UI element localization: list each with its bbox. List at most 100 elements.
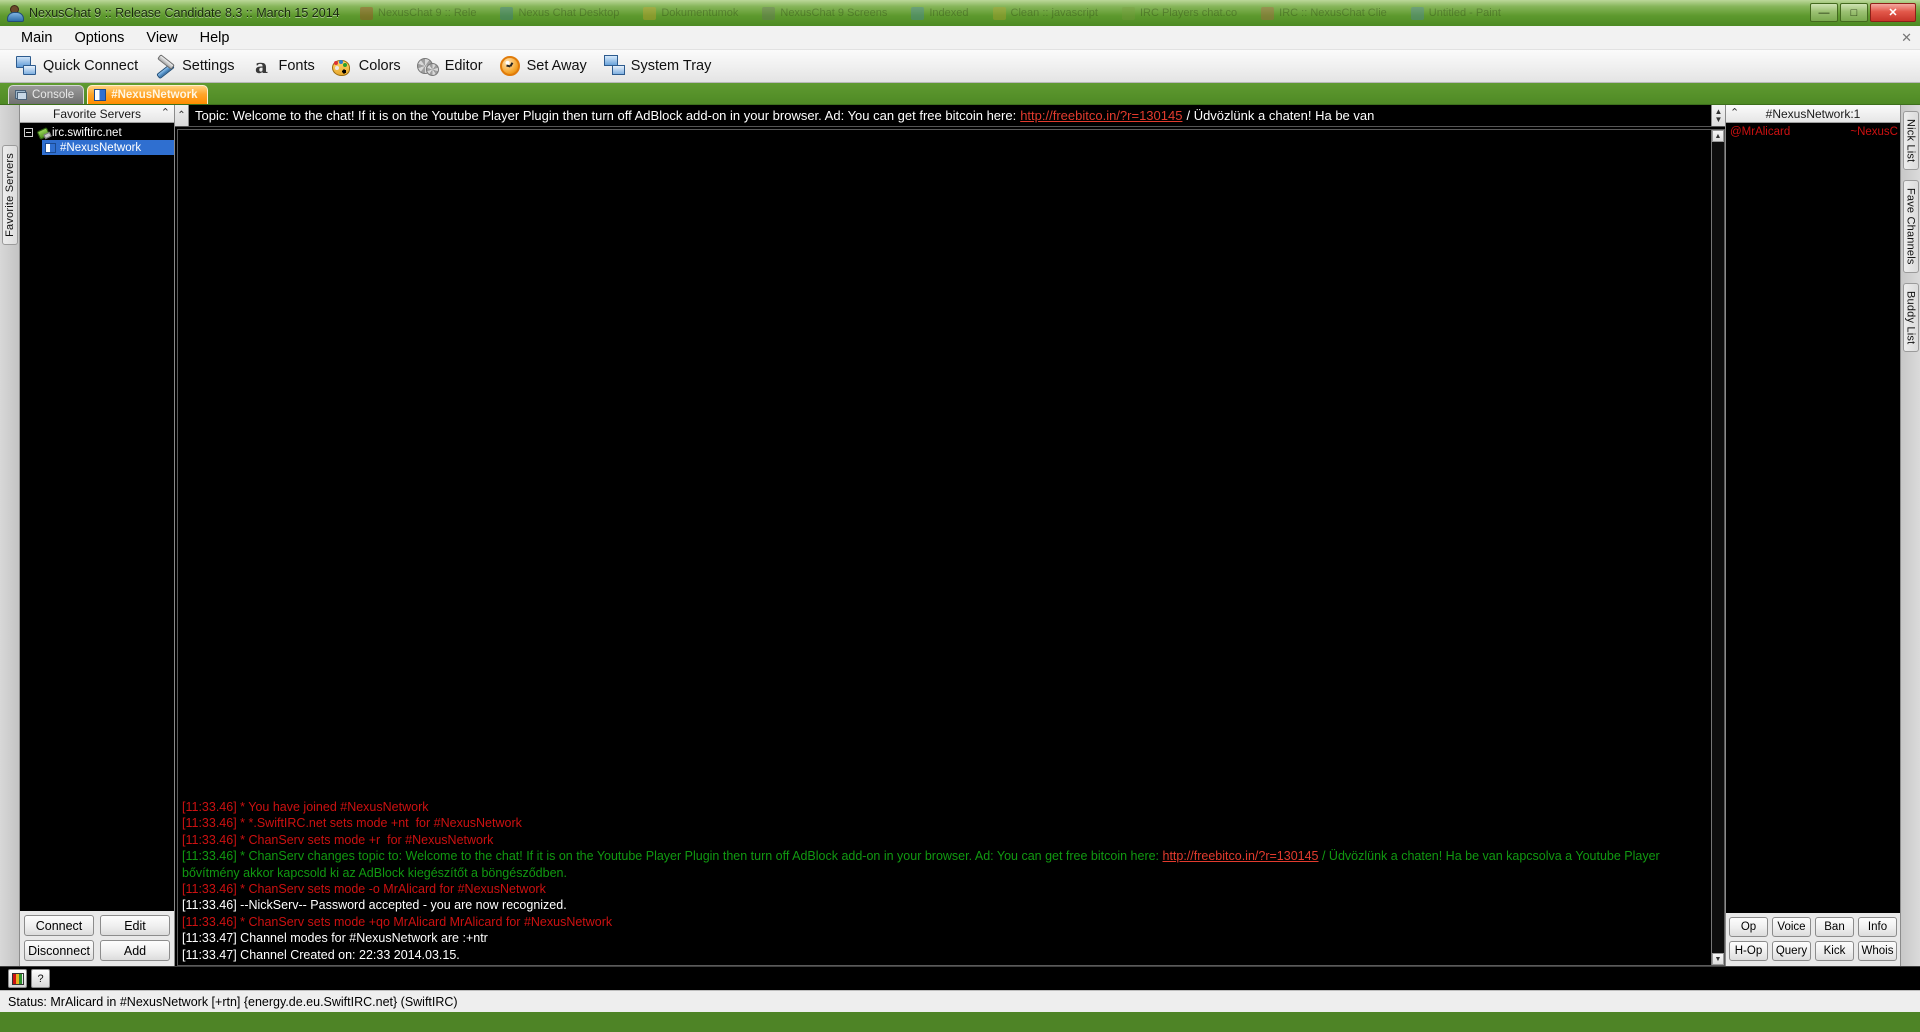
background-window-item: NexusChat 9 Screens [762,6,888,20]
nick-host: ~NexusC [1850,126,1898,138]
chat-message: * You have joined #NexusNetwork [236,799,429,814]
ban-button[interactable]: Ban [1815,917,1854,937]
topic-link[interactable]: http://freebitco.in/?r=130145 [1020,108,1182,123]
topic-text[interactable]: Topic: Welcome to the chat! If it is on … [189,105,1711,126]
app-icon [6,4,24,22]
status-text: Status: MrAlicard in #NexusNetwork [+rtn… [8,994,458,1009]
tools-icon [154,55,176,77]
color-picker-button[interactable] [8,969,27,988]
chevron-up-icon[interactable]: ⌃ [1730,106,1739,119]
left-vertical-tabs: Favorite Servers [0,105,20,966]
info-button[interactable]: Info [1858,917,1897,937]
add-button[interactable]: Add [100,940,170,961]
voice-button[interactable]: Voice [1772,917,1811,937]
chat-log[interactable]: [11:33.46] * You have joined #NexusNetwo… [178,130,1711,965]
toolbar-button-set-away[interactable]: Set Away [494,52,596,80]
vertical-tab-buddy-list[interactable]: Buddy List [1902,282,1919,353]
h-op-button[interactable]: H-Op [1729,941,1768,961]
topic-suffix: / Üdvözlünk a chaten! Ha be van [1186,108,1375,123]
background-window-label: Dokumentumok [661,7,739,19]
close-button[interactable]: ✕ [1870,3,1916,22]
chat-timestamp: [11:33.47] [182,947,237,962]
menu-bar: Main Options View Help ✕ [0,26,1920,50]
toolbar: Quick Connect Settings a Fonts Colors Editor S… [0,50,1920,83]
toolbar-button-fonts[interactable]: a Fonts [246,52,324,80]
spinner-down-icon[interactable]: ▼ [1715,115,1723,124]
bottom-toolbar: ? [0,966,1920,990]
edit-button[interactable]: Edit [100,915,170,936]
tree-item-label: #NexusNetwork [60,141,142,154]
toolbar-button-system-tray[interactable]: System Tray [598,52,721,80]
chat-timestamp: [11:33.46] [182,832,237,847]
chevron-up-icon[interactable]: ⌃ [175,105,189,126]
background-window-item: Dokumentumok [643,6,739,20]
tab-nexusnetwork[interactable]: #NexusNetwork [87,85,208,104]
topic-spinner[interactable]: ▲ ▼ [1711,105,1725,126]
tree-item-irc-swiftirc-net[interactable]: irc.swiftirc.net [20,125,174,140]
chat-line: [11:33.46] * ChanServ sets mode +qo MrAl… [182,914,1707,930]
nick-name: @MrAlicard [1730,126,1791,138]
chat-link[interactable]: http://freebitco.in/?r=130145 [1163,849,1319,863]
background-window-label: NexusChat 9 Screens [780,7,888,19]
topic-prefix: Topic: Welcome to the chat! If it is on … [195,108,1017,123]
toolbar-button-quick-connect[interactable]: Quick Connect [10,52,147,80]
tab-console[interactable]: Console [8,85,85,104]
chat-message: Channel Created on: 22:33 2014.03.15. [236,947,460,962]
toolbar-button-editor[interactable]: Editor [412,52,492,80]
disconnect-button[interactable]: Disconnect [24,940,94,961]
whois-button[interactable]: Whois [1858,941,1897,961]
expander-icon[interactable] [24,128,33,137]
nick-list[interactable]: @MrAlicard ~NexusC [1726,123,1900,913]
gears-icon [416,55,439,77]
menu-item-main[interactable]: Main [10,28,63,48]
background-window-item: Nexus Chat Desktop [500,6,620,20]
chat-message: Channel modes for #NexusNetwork are :+nt… [236,931,488,946]
toolbar-button-label: Settings [182,58,235,74]
chat-line: [11:33.46] * *.SwiftIRC.net sets mode +n… [182,815,1707,831]
menu-item-view[interactable]: View [135,28,188,48]
menu-item-options[interactable]: Options [63,28,135,48]
scroll-down-icon[interactable]: ▼ [1712,953,1724,965]
minimize-button[interactable]: — [1810,3,1838,22]
console-icon [15,89,27,101]
background-window-label: Nexus Chat Desktop [518,7,620,19]
nick-list-panel: ⌃ #NexusNetwork:1 @MrAlicard ~NexusC Op Vo… [1725,105,1900,966]
background-taskbar-items: NexusChat 9 :: Rele Nexus Chat Desktop Dok… [360,0,1800,26]
vertical-tab-fave-channels[interactable]: Fave Channels [1902,180,1919,273]
color-swatch-icon [11,972,24,985]
query-button[interactable]: Query [1772,941,1811,961]
vertical-tab-favorite-servers[interactable]: Favorite Servers [1,145,18,245]
chat-timestamp: [11:33.46] [182,849,237,864]
kick-button[interactable]: Kick [1815,941,1854,961]
background-window-item: IRC Players chat.co [1121,6,1237,20]
tab-label: Console [32,89,75,101]
menu-item-help[interactable]: Help [189,28,241,48]
close-icon[interactable]: ✕ [1901,30,1912,46]
toolbar-button-colors[interactable]: Colors [326,52,410,80]
vertical-tab-nick-list[interactable]: Nick List [1902,111,1919,171]
tray-icon [603,55,625,77]
background-window-label: Clean :: javascript [1010,7,1098,19]
help-button[interactable]: ? [31,969,50,988]
chat-line: [11:33.46] * ChanServ sets mode +r for #… [182,832,1707,848]
chat-scrollbar[interactable]: ▲ ▼ [1711,130,1724,965]
scroll-up-icon[interactable]: ▲ [1712,130,1724,142]
server-tree[interactable]: irc.swiftirc.net #NexusNetwork [20,123,174,911]
toolbar-button-label: System Tray [630,58,712,74]
connect-button[interactable]: Connect [24,915,94,936]
chat-line: [11:33.46] --NickServ-- Password accepte… [182,897,1707,913]
toolbar-button-settings[interactable]: Settings [149,52,243,80]
application-window: NexusChat 9 :: Release Candidate 8.3 :: … [0,0,1920,1032]
chat-area: [11:33.46] * You have joined #NexusNetwo… [177,129,1725,966]
tree-item-nexusnetwork[interactable]: #NexusNetwork [42,140,174,155]
scrollbar-track[interactable] [1712,142,1724,953]
palette-icon [331,55,353,77]
background-window-icon [1121,6,1135,20]
toolbar-button-label: Quick Connect [43,58,139,74]
maximize-button[interactable]: □ [1840,3,1868,22]
chevron-up-icon[interactable]: ⌃ [161,106,170,119]
nick-list-item[interactable]: @MrAlicard ~NexusC [1726,125,1900,140]
background-window-icon [1410,6,1424,20]
favorite-servers-panel: Favorite Servers ⌃ irc.swiftirc.net #Nexu… [20,105,175,966]
op-button[interactable]: Op [1729,917,1768,937]
